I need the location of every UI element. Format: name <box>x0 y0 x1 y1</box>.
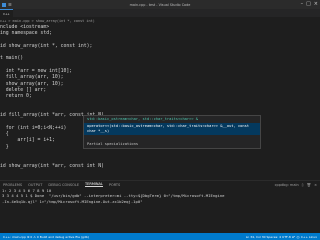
split-icon[interactable]: ▯ <box>302 183 304 187</box>
status-right-text[interactable]: Ln 34, Col 30 Spaces: 4 UTF-8 LF {} C++ … <box>246 235 317 239</box>
minimize-icon[interactable]: – <box>301 1 304 7</box>
tooltip-row: std::basic_ostream<char, std::char_trait… <box>84 116 260 123</box>
tooltip-row-selected[interactable]: operator<<(std::basic_ostream<char, std:… <box>84 123 260 135</box>
window-title: main.cpp - test - Visual Studio Code <box>129 2 191 7</box>
close-icon[interactable]: × <box>314 1 318 7</box>
status-right: Ln 34, Col 30 Spaces: 4 UTF-8 LF {} C++ … <box>246 235 317 239</box>
tab-terminal[interactable]: TERMINAL <box>85 182 103 187</box>
panel-right-label: cppdbg: main <box>274 182 299 187</box>
tab-ports[interactable]: PORTS <box>109 183 120 187</box>
maximize-icon[interactable]: □ <box>306 1 311 7</box>
status-bar: C++: main.cpp ⊗ 0 ⚠ 0 Build and debug ac… <box>0 233 320 240</box>
close-panel-icon[interactable]: × <box>314 183 317 187</box>
tab-debug-console[interactable]: DEBUG CONSOLE <box>48 183 79 187</box>
breadcrumb[interactable]: c++ > main.cpp > show_array(int *, const… <box>0 17 320 25</box>
trash-icon[interactable]: 🗑 <box>307 183 311 187</box>
panel-actions: cppdbg: main ▯ 🗑 × <box>275 183 317 187</box>
terminal-output[interactable]: 1: 2 3 4 5 6 7 8 9 10 3 3 4 4 5 1 $ Done… <box>0 188 320 232</box>
editor-tabs: c++ <box>0 8 320 18</box>
tab-label: c++ <box>3 11 10 16</box>
code-editor[interactable]: nclude <iostream> ing namespace std; id … <box>0 25 320 176</box>
window-controls: – □ × <box>301 1 318 7</box>
tooltip-text: std::basic_ostream<char, std::char_trait… <box>87 117 199 121</box>
title-bar: ☰ main.cpp - test - Visual Studio Code –… <box>0 0 320 9</box>
status-left[interactable]: C++: main.cpp ⊗ 0 ⚠ 0 Build and debug ac… <box>3 235 89 239</box>
tooltip-footer: Partial specializations <box>87 142 139 146</box>
tab-problems[interactable]: PROBLEMS <box>3 183 22 187</box>
panel-tabs: PROBLEMS OUTPUT DEBUG CONSOLE TERMINAL P… <box>0 180 320 188</box>
tab-output[interactable]: OUTPUT <box>28 183 42 187</box>
intellisense-tooltip[interactable]: std::basic_ostream<char, std::char_trait… <box>83 115 261 149</box>
tooltip-text: operator<<(std::basic_ostream<char, std:… <box>87 124 250 133</box>
